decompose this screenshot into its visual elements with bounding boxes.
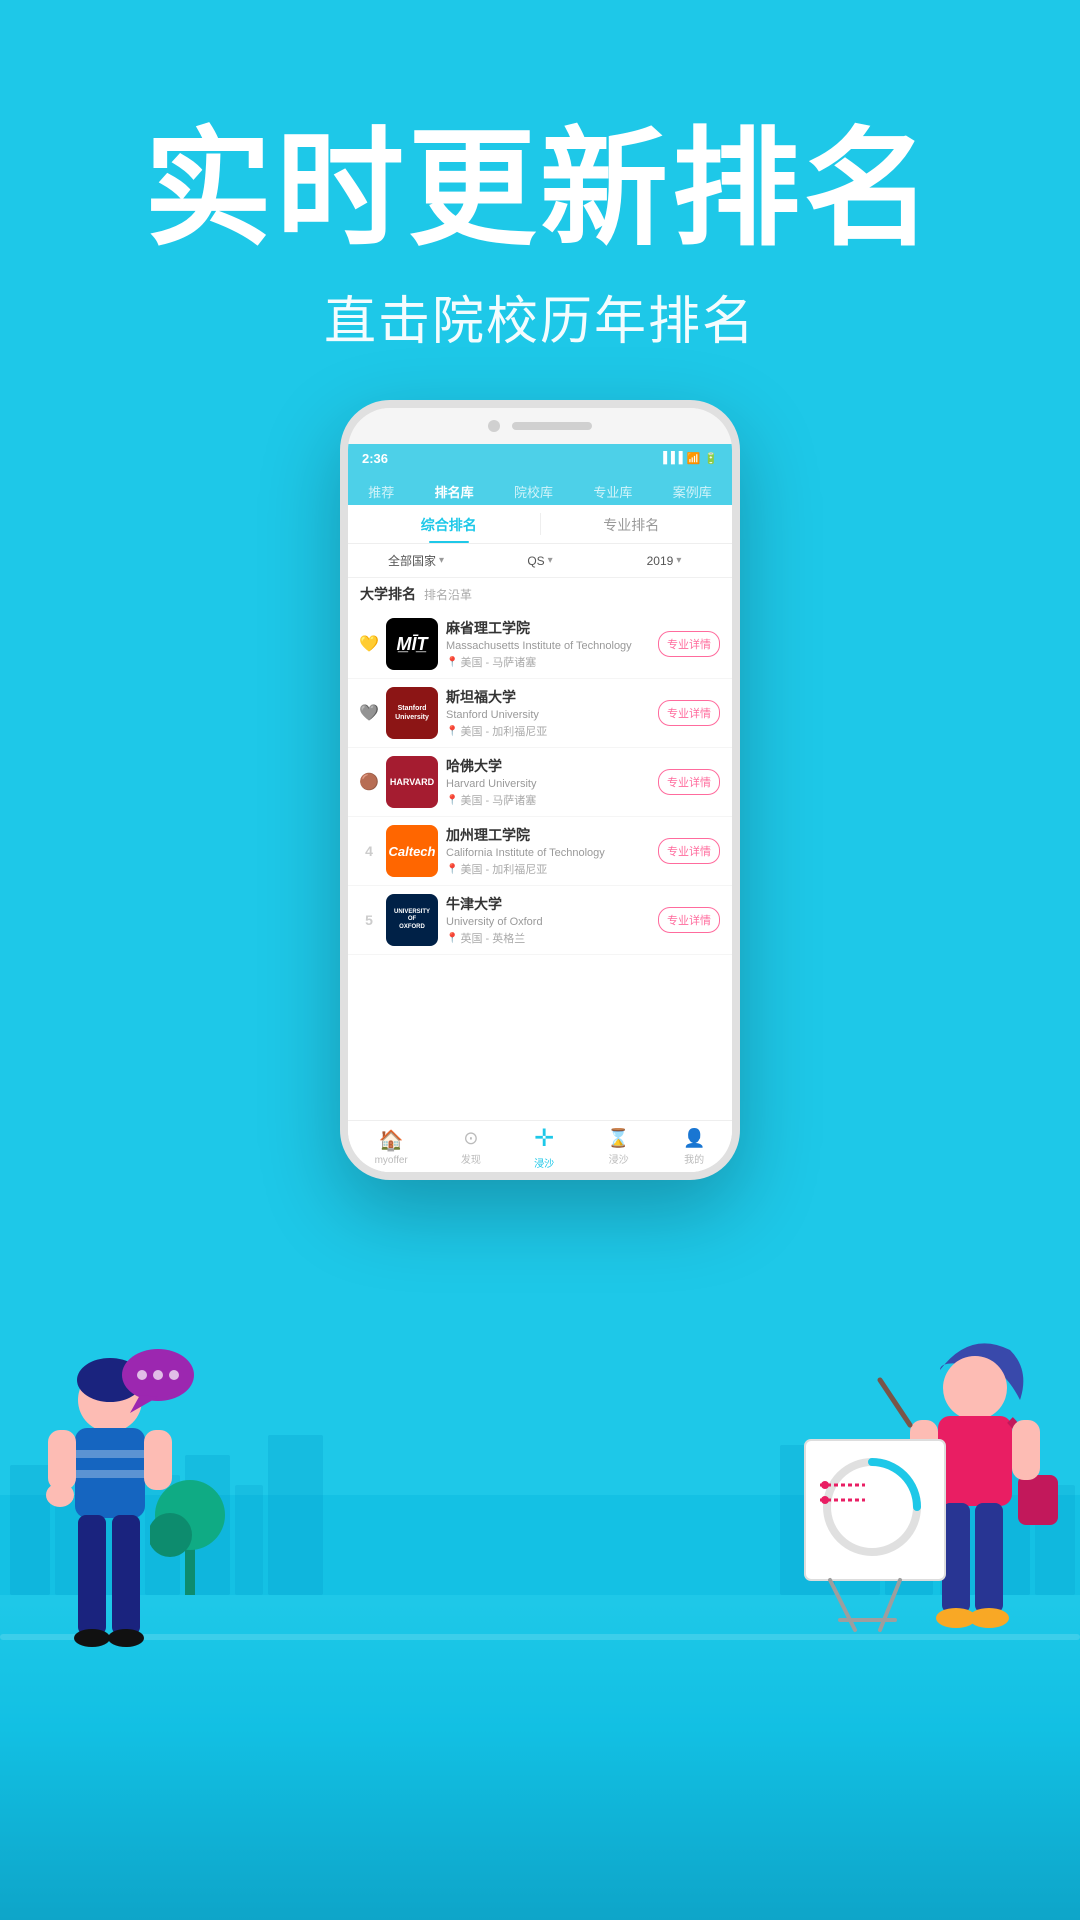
detail-btn-harvard[interactable]: 专业详情 (658, 769, 720, 795)
detail-btn-oxford[interactable]: 专业详情 (658, 907, 720, 933)
nav-tab-majors[interactable]: 专业库 (585, 478, 640, 505)
rank-number-5: 5 (360, 912, 378, 928)
uni-name-en-oxford: University of Oxford (446, 916, 650, 928)
uni-name-cn-mit: 麻省理工学院 (446, 618, 650, 638)
university-item-stanford: 🩶 StanfordUniversity 斯坦福大学 Stanford Univ… (348, 679, 732, 748)
uni-info-harvard: 哈佛大学 Harvard University 📍 美国 - 马萨诸塞 (446, 756, 650, 808)
nav-tab-ranking[interactable]: 排名库 (427, 478, 482, 505)
status-time: 2:36 (362, 451, 388, 466)
battery-icon: 🔋 (704, 452, 718, 465)
rank-icon-3: 🟤 (360, 773, 378, 791)
filter-bar: 全部国家 ▾ QS ▾ 2019 ▾ (348, 544, 732, 578)
uni-logo-oxford: UNIVERSITYOFOXFORD (386, 894, 438, 946)
center-label: 浸沙 (534, 1155, 554, 1170)
uni-logo-mit: M̲ĪT̲ (386, 618, 438, 670)
uni-name-en-harvard: Harvard University (446, 778, 650, 790)
nav-tab-schools[interactable]: 院校库 (506, 478, 561, 505)
rank-number-4: 4 (360, 843, 378, 859)
filter-ranking-type[interactable]: QS ▾ (482, 552, 598, 569)
status-icons: ▐▐▐ 📶 🔋 (659, 452, 718, 465)
phone-screen: 2:36 ▐▐▐ 📶 🔋 推荐 排名库 院校库 专 (348, 444, 732, 1172)
nav-tab-recommend[interactable]: 推荐 (360, 478, 402, 505)
discover-label: 发现 (461, 1151, 481, 1166)
uni-location-oxford: 📍 英国 - 英格兰 (446, 930, 650, 946)
uni-location-harvard: 📍 美国 - 马萨诸塞 (446, 792, 650, 808)
signal-icon: ▐▐▐ (659, 452, 682, 464)
bottom-nav-hourglass[interactable]: ⌛ 浸沙 (607, 1128, 629, 1166)
center-icon: ✛ (534, 1124, 554, 1153)
phone-mockup: 2:36 ▐▐▐ 📶 🔋 推荐 排名库 院校库 专 (340, 400, 740, 1180)
rank-icon-2: 🩶 (360, 704, 378, 722)
filter-year-chevron: ▾ (676, 555, 681, 566)
uni-logo-harvard: HARVARD (386, 756, 438, 808)
location-pin-harvard: 📍 (446, 795, 458, 806)
university-item-caltech: 4 Caltech 加州理工学院 California Institute of… (348, 817, 732, 886)
bottom-nav-myoffer[interactable]: 🏠 myoffer (375, 1128, 408, 1166)
rank-icon-1: 💛 (360, 635, 378, 653)
section-header: 大学排名 排名沿革 (348, 578, 732, 610)
tab-comprehensive[interactable]: 综合排名 (358, 505, 540, 543)
phone-speaker (512, 422, 592, 430)
university-item-harvard: 🟤 HARVARD 哈佛大学 Harvard University 📍 美国 -… (348, 748, 732, 817)
location-pin-mit: 📍 (446, 657, 458, 668)
discover-icon: ⊙ (463, 1128, 478, 1149)
university-list: 💛 M̲ĪT̲ 麻省理工学院 Massachusetts Institute o… (348, 610, 732, 1120)
hero-subtitle: 直击院校历年排名 (0, 279, 1080, 354)
bottom-nav-discover[interactable]: ⊙ 发现 (461, 1128, 481, 1166)
speech-bubble (120, 1345, 200, 1420)
uni-name-cn-caltech: 加州理工学院 (446, 825, 650, 845)
section-title: 大学排名 (360, 584, 416, 604)
location-pin-oxford: 📍 (446, 933, 458, 944)
wifi-icon: 📶 (687, 452, 701, 465)
myoffer-label: myoffer (375, 1155, 408, 1166)
detail-btn-stanford[interactable]: 专业详情 (658, 700, 720, 726)
status-bar: 2:36 ▐▐▐ 📶 🔋 (348, 444, 732, 472)
profile-icon: 👤 (683, 1128, 705, 1149)
profile-label: 我的 (684, 1151, 704, 1166)
hourglass-icon: ⌛ (607, 1128, 629, 1149)
bottom-nav-profile[interactable]: 👤 我的 (683, 1128, 705, 1166)
university-item-oxford: 5 UNIVERSITYOFOXFORD 牛津大学 University of … (348, 886, 732, 955)
uni-info-stanford: 斯坦福大学 Stanford University 📍 美国 - 加利福尼亚 (446, 687, 650, 739)
location-pin-caltech: 📍 (446, 864, 458, 875)
bottom-nav-center[interactable]: ✛ 浸沙 (534, 1124, 554, 1170)
trees-decoration (150, 1445, 230, 1600)
hero-title: 实时更新排名 (0, 120, 1080, 261)
uni-location-caltech: 📍 美国 - 加利福尼亚 (446, 861, 650, 877)
hourglass-label: 浸沙 (609, 1151, 629, 1166)
uni-logo-caltech: Caltech (386, 825, 438, 877)
whiteboard-decoration (800, 1435, 960, 1640)
uni-info-oxford: 牛津大学 University of Oxford 📍 英国 - 英格兰 (446, 894, 650, 946)
filter-qs-chevron: ▾ (548, 555, 553, 566)
filter-country[interactable]: 全部国家 ▾ (358, 552, 474, 569)
location-pin-stanford: 📍 (446, 726, 458, 737)
section-sub: 排名沿革 (424, 586, 472, 603)
myoffer-icon: 🏠 (379, 1128, 404, 1153)
uni-name-cn-oxford: 牛津大学 (446, 894, 650, 914)
app-nav: 推荐 排名库 院校库 专业库 案例库 (348, 472, 732, 505)
hero-section: 实时更新排名 直击院校历年排名 (0, 120, 1080, 354)
uni-location-stanford: 📍 美国 - 加利福尼亚 (446, 723, 650, 739)
phone-notch (348, 408, 732, 444)
uni-name-en-mit: Massachusetts Institute of Technology (446, 640, 650, 652)
detail-btn-caltech[interactable]: 专业详情 (658, 838, 720, 864)
tab-specialty[interactable]: 专业排名 (541, 505, 723, 543)
uni-name-cn-harvard: 哈佛大学 (446, 756, 650, 776)
bottom-nav: 🏠 myoffer ⊙ 发现 ✛ 浸沙 ⌛ 浸沙 👤 我的 (348, 1120, 732, 1172)
phone-camera (488, 420, 500, 432)
uni-info-caltech: 加州理工学院 California Institute of Technolog… (446, 825, 650, 877)
nav-tab-cases[interactable]: 案例库 (665, 478, 720, 505)
filter-year[interactable]: 2019 ▾ (606, 552, 722, 569)
detail-btn-mit[interactable]: 专业详情 (658, 631, 720, 657)
university-item-mit: 💛 M̲ĪT̲ 麻省理工学院 Massachusetts Institute o… (348, 610, 732, 679)
phone-body: 2:36 ▐▐▐ 📶 🔋 推荐 排名库 院校库 专 (340, 400, 740, 1180)
filter-country-chevron: ▾ (439, 555, 444, 566)
uni-info-mit: 麻省理工学院 Massachusetts Institute of Techno… (446, 618, 650, 670)
uni-location-mit: 📍 美国 - 马萨诸塞 (446, 654, 650, 670)
content-tabs: 综合排名 专业排名 (348, 505, 732, 544)
uni-name-cn-stanford: 斯坦福大学 (446, 687, 650, 707)
uni-logo-stanford: StanfordUniversity (386, 687, 438, 739)
uni-name-en-stanford: Stanford University (446, 709, 650, 721)
uni-name-en-caltech: California Institute of Technology (446, 847, 650, 859)
